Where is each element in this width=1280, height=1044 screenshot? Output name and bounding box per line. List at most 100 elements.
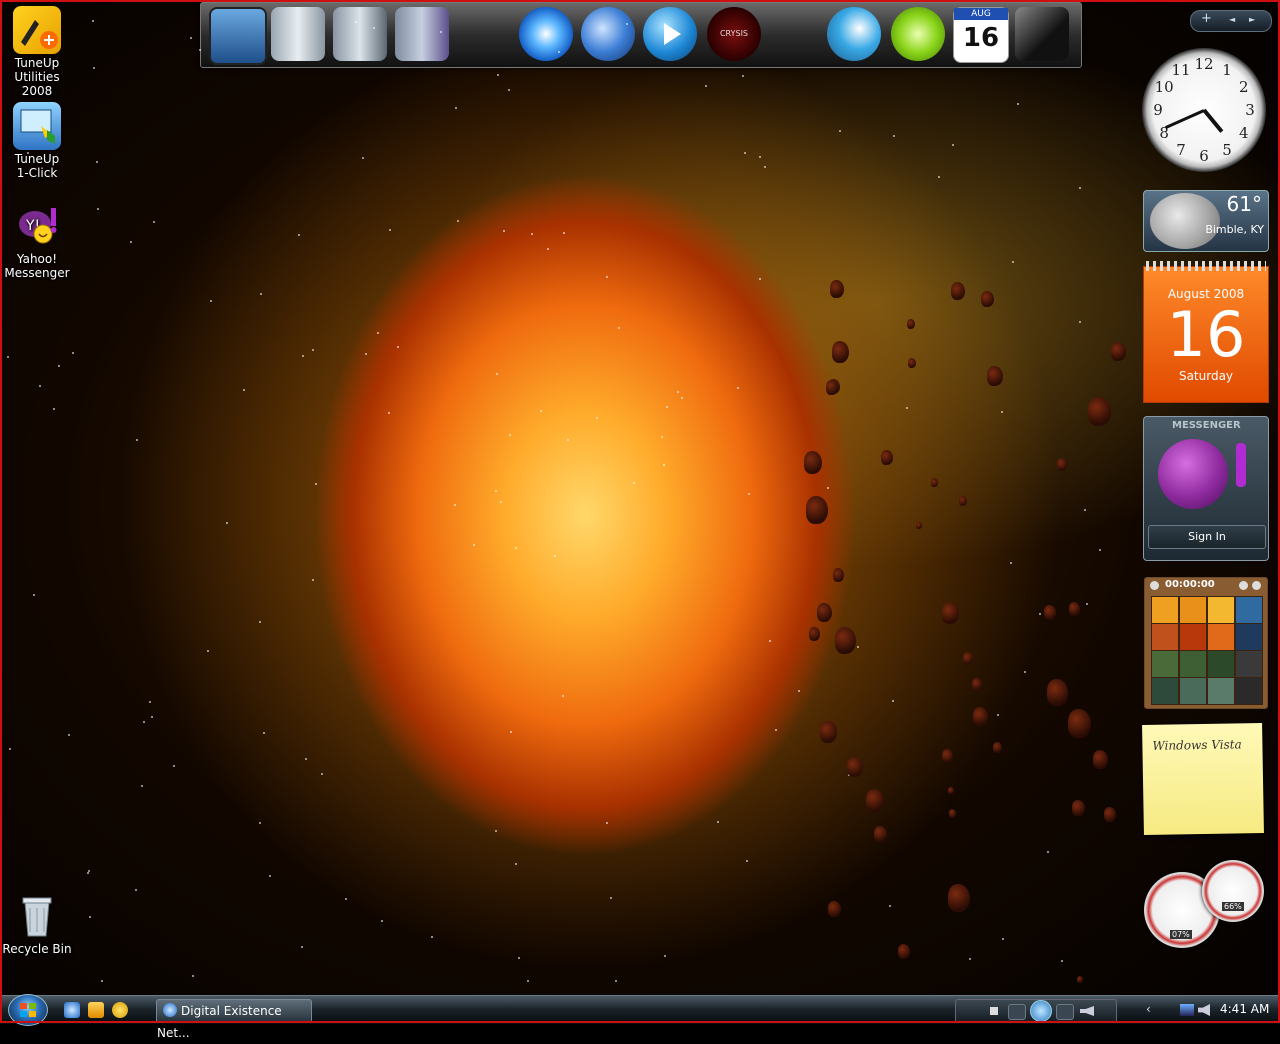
pictures-icon[interactable] [333,7,387,61]
start-button[interactable] [8,994,48,1026]
star [151,716,153,718]
puzzle-tile[interactable] [1235,650,1263,678]
puzzle-help-icon[interactable] [1239,581,1248,590]
yahoo-sign-in-button[interactable]: Sign In [1148,525,1266,549]
star [496,373,498,375]
show-hidden-icons-button[interactable]: ‹ [1146,1002,1151,1016]
volume-icon[interactable] [1198,1004,1210,1016]
star [596,417,598,419]
internet-explorer-icon[interactable] [519,7,573,61]
star [141,785,143,787]
puzzle-tile[interactable] [1207,596,1235,624]
note-text: Windows Vista [1152,737,1242,753]
media-pause-button[interactable] [1030,1000,1052,1022]
star [892,700,894,702]
puzzle-tile[interactable] [1235,596,1263,624]
puzzle-tile[interactable] [1207,623,1235,651]
documents-icon[interactable] [271,7,325,61]
sidebar-next-button[interactable]: ► [1249,15,1255,24]
puzzle-tile[interactable] [1151,677,1179,705]
taskbar-window-button[interactable]: Digital Existence Net... [156,999,312,1040]
asteroid [898,944,910,959]
star [759,156,761,158]
limewire-icon[interactable] [891,7,945,61]
taskbar: Digital Existence Net... ‹ 4:41 AM [0,994,1280,1040]
media-previous-button[interactable] [1008,1004,1026,1020]
puzzle-tile[interactable] [1235,623,1263,651]
asteroid [804,451,822,474]
thunderbird-icon[interactable] [581,7,635,61]
star [1010,562,1012,564]
star [130,241,132,243]
music-icon[interactable] [395,7,449,61]
desktop-icon-recycle-bin[interactable]: Recycle Bin [0,892,74,956]
calendar-gadget[interactable]: August 2008 16 Saturday [1143,261,1269,403]
asteroid [993,742,1002,753]
puzzle-tile[interactable] [1207,677,1235,705]
star [33,594,35,596]
star [377,332,379,334]
picture-puzzle-gadget[interactable]: 00:00:00 [1144,577,1268,709]
clock-gadget[interactable]: 12 1 2 3 4 5 6 7 8 9 10 11 [1142,48,1266,172]
star [606,822,608,824]
desktop-wallpaper[interactable]: TuneUp Utilities 2008 TuneUp 1-Click Y! … [0,0,1280,995]
puzzle-tile[interactable] [1235,677,1263,705]
notes-gadget[interactable]: Windows Vista [1142,722,1264,836]
steam-icon[interactable] [1015,7,1069,61]
network-icon[interactable] [1180,1004,1194,1016]
weather-gadget[interactable]: 61° Bimble, KY [1143,190,1269,252]
puzzle-tile[interactable] [1179,650,1207,678]
star [226,522,228,524]
asteroid [1057,458,1067,471]
yahoo-exclaim-icon [1236,443,1246,487]
quicklaunch-yahoo-icon[interactable] [112,1002,128,1018]
taskbar-clock[interactable]: 4:41 AM [1220,1002,1269,1016]
star [1061,960,1063,962]
star [705,85,707,87]
calendar-icon[interactable]: AUG 16 [953,7,1009,63]
star [173,765,175,767]
star [192,975,194,977]
media-next-button[interactable] [1056,1004,1074,1020]
clock-number: 10 [1154,78,1174,96]
asteroid [1072,800,1085,816]
weather-temperature: 61° [1226,192,1262,216]
desktop-icon-tuneup-utilities[interactable]: TuneUp Utilities 2008 [0,6,74,98]
yahoo-gadget-header: MESSENGER [1172,420,1241,431]
memory-meter-gauge[interactable]: 66% [1202,860,1264,922]
puzzle-tile[interactable] [1207,650,1235,678]
asteroid [942,602,959,624]
desktop-icon-yahoo-messenger[interactable]: Y! Yahoo! Messenger [0,202,74,280]
puzzle-tile[interactable] [1151,623,1179,651]
settings-icon[interactable] [827,7,881,61]
star [7,356,9,358]
sidebar-prev-button[interactable]: ◄ [1229,15,1235,24]
puzzle-tile[interactable] [1151,596,1179,624]
quicklaunch-ie-icon[interactable] [64,1002,80,1018]
media-stop-button[interactable] [990,1007,998,1015]
clock-number: 3 [1245,101,1255,119]
puzzle-tile[interactable] [1151,650,1179,678]
monitor-icon[interactable] [209,7,267,65]
star [508,89,510,91]
puzzle-tile[interactable] [1179,623,1207,651]
star [301,946,303,948]
star [365,353,367,355]
star [312,579,314,581]
desktop-icon-tuneup-1-click[interactable]: TuneUp 1-Click [0,102,74,180]
star [663,464,665,466]
media-player-icon[interactable] [643,7,697,61]
crysis-icon[interactable]: CRYSIS [707,7,761,61]
sidebar-add-button[interactable]: + [1201,11,1212,26]
puzzle-reset-icon[interactable] [1252,581,1261,590]
tuneup-1-click-icon [13,102,61,150]
quicklaunch-media-player-icon[interactable] [88,1002,104,1018]
puzzle-tile[interactable] [1179,596,1207,624]
puzzle-tile[interactable] [1179,677,1207,705]
puzzle-timer: 00:00:00 [1165,579,1215,590]
asteroid [973,707,988,726]
media-volume-icon[interactable] [1080,1006,1094,1016]
star [153,221,155,223]
star [9,748,11,750]
star [744,152,746,154]
